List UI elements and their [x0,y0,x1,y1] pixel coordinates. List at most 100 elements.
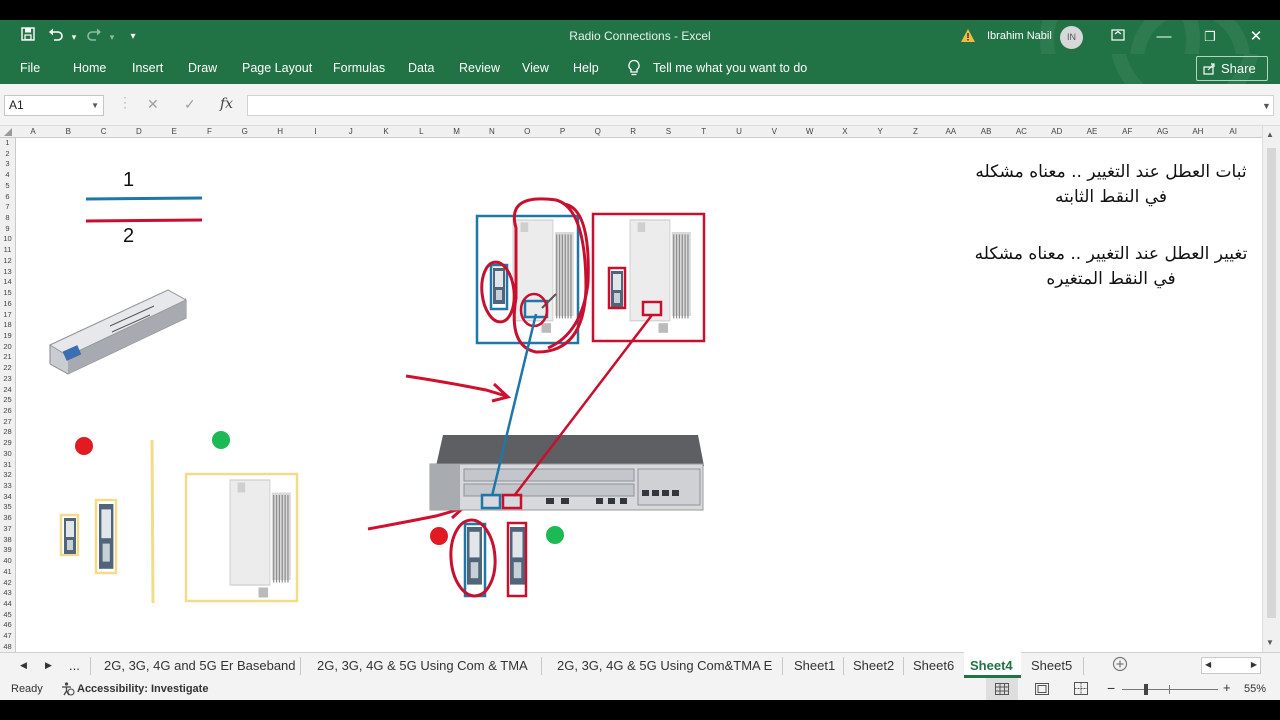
tab-draw[interactable]: Draw [188,61,217,75]
add-sheet-icon[interactable] [1112,656,1128,676]
column-header[interactable]: J [336,127,366,136]
column-header[interactable]: AI [1218,127,1248,136]
tab-insert[interactable]: Insert [132,61,163,75]
row-header[interactable]: 31 [0,460,15,471]
row-header[interactable]: 28 [0,427,15,438]
column-header[interactable]: AG [1148,127,1178,136]
row-header[interactable]: 42 [0,578,15,589]
column-header[interactable]: D [124,127,154,136]
ribbon-display-icon[interactable] [1106,25,1130,49]
row-header[interactable]: 7 [0,202,15,213]
sheet-tab-active[interactable]: Sheet4 [964,652,1021,678]
zoom-in-button[interactable]: + [1223,680,1231,695]
name-box-dropdown-icon[interactable]: ▼ [91,96,99,115]
select-all-icon[interactable] [3,128,13,137]
name-box[interactable]: A1 ▼ [4,95,104,116]
row-header[interactable]: 20 [0,342,15,353]
column-header[interactable]: X [830,127,860,136]
sheet-tab[interactable]: Sheet6 [913,658,954,673]
column-header[interactable]: R [618,127,648,136]
row-header[interactable]: 47 [0,631,15,642]
row-header[interactable]: 2 [0,149,15,160]
horizontal-scrollbar[interactable]: ◀ ▶ [1201,657,1261,674]
column-header[interactable]: V [759,127,789,136]
row-header[interactable]: 33 [0,481,15,492]
scroll-thumb[interactable] [1267,148,1276,618]
row-header[interactable]: 26 [0,406,15,417]
column-header[interactable]: A [18,127,48,136]
row-header[interactable]: 1 [0,138,15,149]
cancel-icon[interactable]: ✕ [147,96,159,113]
row-header[interactable]: 45 [0,610,15,621]
row-header[interactable]: 24 [0,385,15,396]
row-header[interactable]: 11 [0,245,15,256]
sheet-more-button[interactable]: ... [69,658,80,673]
row-header[interactable]: 4 [0,170,15,181]
row-header[interactable]: 48 [0,642,15,653]
vertical-scrollbar[interactable]: ▲ ▼ [1262,126,1280,652]
scroll-left-icon[interactable]: ◀ [1205,660,1211,669]
column-header[interactable]: AC [1006,127,1036,136]
tab-home[interactable]: Home [73,61,106,75]
column-header[interactable]: Y [865,127,895,136]
row-header[interactable]: 32 [0,470,15,481]
row-header[interactable]: 38 [0,535,15,546]
row-header[interactable]: 12 [0,256,15,267]
column-header[interactable]: AD [1042,127,1072,136]
column-header[interactable]: T [689,127,719,136]
tab-view[interactable]: View [522,61,549,75]
page-break-view-icon[interactable] [1074,682,1088,698]
column-header[interactable]: B [53,127,83,136]
row-header[interactable]: 35 [0,502,15,513]
row-header[interactable]: 40 [0,556,15,567]
column-header[interactable]: Z [901,127,931,136]
column-header[interactable]: AB [971,127,1001,136]
column-header[interactable]: AA [936,127,966,136]
row-header[interactable]: 36 [0,513,15,524]
column-header[interactable]: M [442,127,472,136]
row-header[interactable]: 15 [0,288,15,299]
lightbulb-icon[interactable] [627,59,641,79]
user-name[interactable]: Ibrahim Nabil [987,30,1052,42]
row-header[interactable]: 23 [0,374,15,385]
column-header[interactable]: S [653,127,683,136]
expand-formula-bar-icon[interactable]: ▼ [1262,101,1274,111]
row-header[interactable]: 14 [0,277,15,288]
sheet-canvas[interactable]: 1 2 ثبات العطل عند التغيير .. معناه مشكل… [16,138,1262,652]
tab-file[interactable]: File [20,61,40,75]
row-header[interactable]: 18 [0,320,15,331]
column-header[interactable]: Q [583,127,613,136]
tab-data[interactable]: Data [408,61,434,75]
tab-help[interactable]: Help [573,61,599,75]
row-header[interactable]: 21 [0,352,15,363]
insert-function-icon[interactable]: fx [220,96,233,112]
tab-page-layout[interactable]: Page Layout [242,61,312,75]
column-header[interactable]: AH [1183,127,1213,136]
scroll-right-icon[interactable]: ▶ [1251,660,1257,669]
accessibility-status[interactable]: Accessibility: Investigate [77,683,208,695]
column-header[interactable]: L [406,127,436,136]
row-header[interactable]: 30 [0,449,15,460]
row-header[interactable]: 5 [0,181,15,192]
row-header[interactable]: 43 [0,588,15,599]
scroll-down-icon[interactable]: ▼ [1266,638,1274,647]
row-header[interactable]: 46 [0,620,15,631]
row-header[interactable]: 10 [0,234,15,245]
row-header[interactable]: 37 [0,524,15,535]
row-header[interactable]: 39 [0,545,15,556]
sheet-tab[interactable]: Sheet5 [1031,658,1072,673]
row-header[interactable]: 25 [0,395,15,406]
normal-view-button[interactable] [986,678,1018,700]
tab-review[interactable]: Review [459,61,500,75]
minimize-button[interactable]: — [1152,25,1176,49]
sheet-tab[interactable]: Sheet2 [853,658,894,673]
column-header[interactable]: AE [1077,127,1107,136]
avatar[interactable]: IN [1060,26,1083,49]
row-header[interactable]: 8 [0,213,15,224]
column-header[interactable]: AF [1112,127,1142,136]
row-header[interactable]: 41 [0,567,15,578]
column-header[interactable]: W [795,127,825,136]
row-header[interactable]: 3 [0,159,15,170]
scroll-up-icon[interactable]: ▲ [1266,130,1274,139]
tell-me-search[interactable]: Tell me what you want to do [653,61,807,75]
